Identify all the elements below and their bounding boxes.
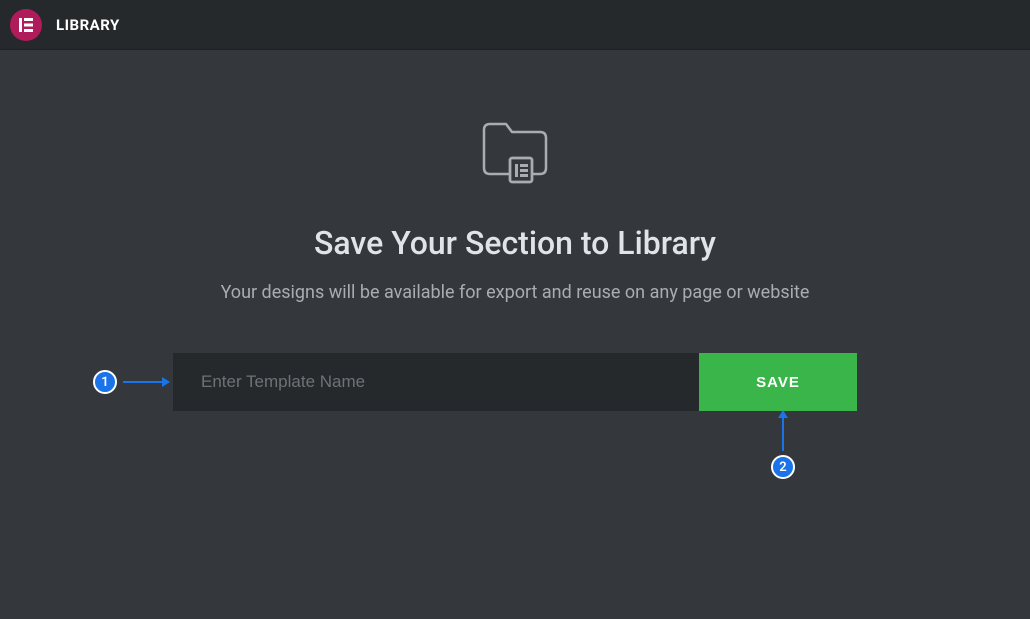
elementor-logo-icon	[10, 9, 42, 41]
topbar: LIBRARY	[0, 0, 1030, 50]
annotation-badge-1: 1	[93, 370, 117, 394]
annotation-step-1: 1	[93, 370, 169, 394]
save-button[interactable]: SAVE	[699, 353, 857, 411]
main-content: Save Your Section to Library Your design…	[0, 50, 1030, 411]
elementor-glyph-icon	[19, 18, 33, 32]
save-form: SAVE 1 2	[173, 353, 857, 411]
arrow-right-icon	[123, 381, 169, 383]
arrow-up-icon	[782, 411, 784, 451]
template-name-input[interactable]	[173, 353, 699, 411]
page-subtitle: Your designs will be available for expor…	[0, 282, 1030, 303]
annotation-step-2: 2	[771, 411, 795, 479]
library-folder-icon	[0, 120, 1030, 184]
page-title: Save Your Section to Library	[0, 224, 1030, 262]
topbar-title: LIBRARY	[56, 16, 120, 34]
annotation-badge-2: 2	[771, 455, 795, 479]
